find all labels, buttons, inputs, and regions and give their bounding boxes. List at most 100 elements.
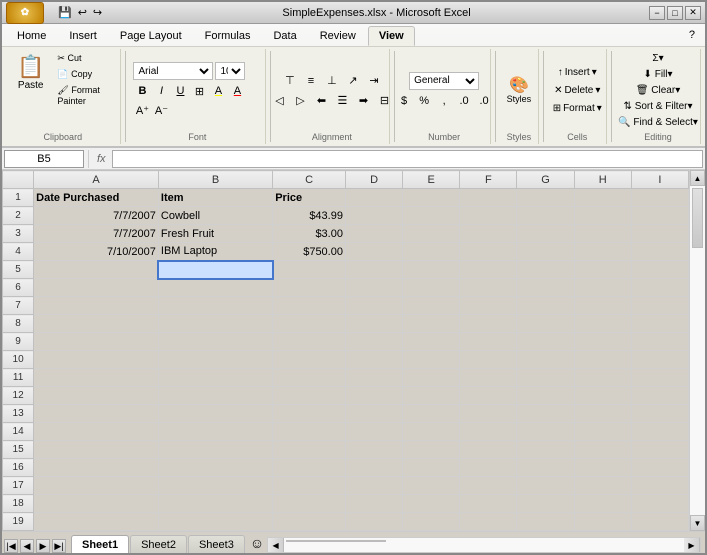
row-header-15[interactable]: 15 <box>3 441 34 459</box>
cell-F4[interactable] <box>460 243 517 261</box>
cell-E5[interactable] <box>403 261 460 279</box>
cell-I14[interactable] <box>631 423 688 441</box>
cell-D3[interactable] <box>345 225 402 243</box>
cell-A7[interactable] <box>34 297 159 315</box>
hscroll-right-button[interactable]: ▶ <box>684 538 700 552</box>
middle-align-button[interactable]: ≡ <box>301 72 321 90</box>
cell-C2[interactable]: $43.99 <box>273 207 346 225</box>
number-format-select[interactable]: General <box>409 72 479 90</box>
row-header-16[interactable]: 16 <box>3 459 34 477</box>
cell-I19[interactable] <box>631 513 688 531</box>
col-header-H[interactable]: H <box>574 171 631 189</box>
qat-redo-button[interactable]: ↪ <box>91 5 104 20</box>
text-orient-button[interactable]: ↗ <box>343 72 363 90</box>
cell-A4[interactable]: 7/10/2007 <box>34 243 159 261</box>
vscroll-up-button[interactable]: ▲ <box>690 170 705 186</box>
cell-F2[interactable] <box>460 207 517 225</box>
cell-D8[interactable] <box>345 315 402 333</box>
cell-C13[interactable] <box>273 405 346 423</box>
cut-button[interactable]: ✂ Cut <box>53 51 115 66</box>
cell-A18[interactable] <box>34 495 159 513</box>
cell-B9[interactable] <box>158 333 272 351</box>
cell-A13[interactable] <box>34 405 159 423</box>
cell-F10[interactable] <box>460 351 517 369</box>
cell-C11[interactable] <box>273 369 346 387</box>
sum-button[interactable]: Σ▾ <box>647 51 668 66</box>
cell-D4[interactable] <box>345 243 402 261</box>
cell-D19[interactable] <box>345 513 402 531</box>
cell-G8[interactable] <box>517 315 574 333</box>
row-header-10[interactable]: 10 <box>3 351 34 369</box>
insert-button[interactable]: ↑Insert▾ <box>553 64 602 81</box>
cell-A11[interactable] <box>34 369 159 387</box>
row-header-11[interactable]: 11 <box>3 369 34 387</box>
cell-B11[interactable] <box>158 369 272 387</box>
sheet-tab-sheet3[interactable]: Sheet3 <box>188 535 245 553</box>
cell-I12[interactable] <box>631 387 688 405</box>
cell-D2[interactable] <box>345 207 402 225</box>
cell-A5[interactable] <box>34 261 159 279</box>
cell-H18[interactable] <box>574 495 631 513</box>
cell-H5[interactable] <box>574 261 631 279</box>
right-align-button[interactable]: ➡ <box>353 92 373 110</box>
row-header-7[interactable]: 7 <box>3 297 34 315</box>
cell-C7[interactable] <box>273 297 346 315</box>
cell-D9[interactable] <box>345 333 402 351</box>
cell-B16[interactable] <box>158 459 272 477</box>
cell-F7[interactable] <box>460 297 517 315</box>
cell-A6[interactable] <box>34 279 159 297</box>
indent-inc-button[interactable]: ▷ <box>290 92 310 110</box>
cell-B15[interactable] <box>158 441 272 459</box>
format-painter-button[interactable]: 🖌 Format Painter <box>53 83 115 108</box>
cell-F18[interactable] <box>460 495 517 513</box>
cell-I8[interactable] <box>631 315 688 333</box>
cell-D1[interactable] <box>345 189 402 207</box>
cell-H2[interactable] <box>574 207 631 225</box>
percent-button[interactable]: % <box>415 92 433 110</box>
vertical-scrollbar[interactable]: ▲ ▼ <box>689 170 705 531</box>
cell-G14[interactable] <box>517 423 574 441</box>
row-header-1[interactable]: 1 <box>3 189 34 207</box>
cell-G5[interactable] <box>517 261 574 279</box>
cell-G15[interactable] <box>517 441 574 459</box>
paste-button[interactable]: 📋 Paste <box>10 51 51 130</box>
col-header-G[interactable]: G <box>517 171 574 189</box>
format-button[interactable]: ⊞Format▾ <box>548 100 607 117</box>
cell-H11[interactable] <box>574 369 631 387</box>
cell-F12[interactable] <box>460 387 517 405</box>
cell-C15[interactable] <box>273 441 346 459</box>
cell-E7[interactable] <box>403 297 460 315</box>
cell-B17[interactable] <box>158 477 272 495</box>
cell-D15[interactable] <box>345 441 402 459</box>
restore-button[interactable]: □ <box>667 6 683 20</box>
cell-C6[interactable] <box>273 279 346 297</box>
row-header-13[interactable]: 13 <box>3 405 34 423</box>
cell-B2[interactable]: Cowbell <box>158 207 272 225</box>
cell-A14[interactable] <box>34 423 159 441</box>
fill-button[interactable]: ⬇ Fill▾ <box>639 67 678 82</box>
currency-button[interactable]: $ <box>395 92 413 110</box>
cell-E14[interactable] <box>403 423 460 441</box>
cell-F17[interactable] <box>460 477 517 495</box>
cell-F11[interactable] <box>460 369 517 387</box>
cell-H8[interactable] <box>574 315 631 333</box>
cell-I15[interactable] <box>631 441 688 459</box>
minimize-button[interactable]: − <box>649 6 665 20</box>
row-header-3[interactable]: 3 <box>3 225 34 243</box>
cell-I4[interactable] <box>631 243 688 261</box>
cell-E18[interactable] <box>403 495 460 513</box>
cell-H12[interactable] <box>574 387 631 405</box>
row-header-4[interactable]: 4 <box>3 243 34 261</box>
cell-G17[interactable] <box>517 477 574 495</box>
cell-C16[interactable] <box>273 459 346 477</box>
cell-D12[interactable] <box>345 387 402 405</box>
cell-B3[interactable]: Fresh Fruit <box>158 225 272 243</box>
indent-dec-button[interactable]: ◁ <box>269 92 289 110</box>
cell-E19[interactable] <box>403 513 460 531</box>
cell-B13[interactable] <box>158 405 272 423</box>
help-icon[interactable]: ? <box>683 26 701 46</box>
hscroll-left-button[interactable]: ◀ <box>268 538 284 552</box>
cell-H17[interactable] <box>574 477 631 495</box>
cell-E17[interactable] <box>403 477 460 495</box>
col-header-B[interactable]: B <box>158 171 272 189</box>
